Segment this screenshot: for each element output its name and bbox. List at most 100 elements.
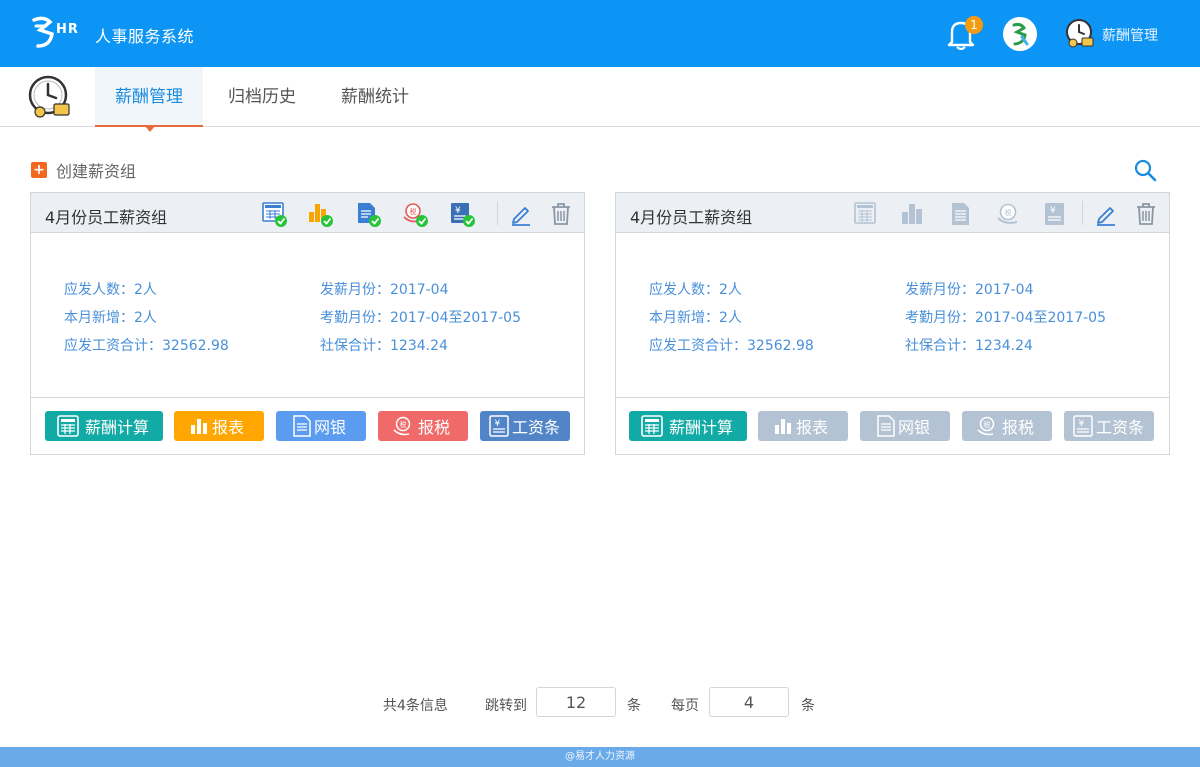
bar-chart-icon bbox=[775, 419, 791, 434]
header-divider bbox=[1082, 201, 1083, 225]
calculator-icon[interactable] bbox=[853, 201, 879, 227]
bank-file-done-icon[interactable] bbox=[355, 201, 381, 227]
tax-done-icon[interactable]: 税 bbox=[402, 201, 428, 227]
card-title: 4月份员工薪资组 bbox=[45, 208, 168, 227]
create-salary-group-button[interactable]: + 创建薪资组 bbox=[31, 160, 137, 181]
svg-text:¥: ¥ bbox=[495, 419, 501, 429]
report-button[interactable]: 报表 bbox=[174, 411, 264, 441]
payslip-icon: ¥ bbox=[1073, 415, 1093, 437]
hr-logo-text: HR bbox=[56, 22, 79, 37]
edit-icon[interactable] bbox=[1093, 201, 1119, 227]
calculator-done-icon[interactable] bbox=[261, 201, 287, 227]
per-page-input[interactable] bbox=[709, 687, 789, 717]
tax-button[interactable]: 税 报税 bbox=[378, 411, 468, 441]
tab-salary-management[interactable]: 薪酬管理 bbox=[95, 67, 203, 127]
report-button[interactable]: 报表 bbox=[758, 411, 848, 441]
jump-to-label: 跳转到 bbox=[485, 698, 527, 714]
svg-text:¥: ¥ bbox=[1050, 206, 1056, 216]
salary-calc-label: 薪酬计算 bbox=[85, 418, 150, 437]
gross-total-info: 应发工资合计：32562.98 bbox=[649, 338, 814, 354]
payslip-button[interactable]: ¥ 工资条 bbox=[480, 411, 570, 441]
report-done-icon[interactable] bbox=[307, 201, 333, 227]
search-icon[interactable] bbox=[1133, 158, 1157, 182]
svg-text:¥: ¥ bbox=[455, 206, 461, 216]
salary-group-card: 4月份员工薪资组 税 ¥ 应发人数：2人 本月新增：2人 应发工资合计：3256… bbox=[615, 192, 1170, 455]
active-tab-caret bbox=[145, 126, 155, 132]
tax-hand-icon: 税 bbox=[977, 416, 995, 436]
tax-label: 报税 bbox=[1002, 418, 1035, 437]
svg-text:税: 税 bbox=[410, 207, 417, 216]
jump-unit-label: 条 bbox=[627, 698, 641, 714]
online-bank-label: 网银 bbox=[898, 418, 931, 437]
report-icon[interactable] bbox=[900, 201, 926, 227]
report-label: 报表 bbox=[212, 418, 245, 437]
card-header: 4月份员工薪资组 税 ¥ bbox=[616, 193, 1169, 233]
pay-month-info: 发薪月份：2017-04 bbox=[320, 282, 449, 298]
notification-badge: 1 bbox=[965, 16, 983, 34]
salary-calc-label: 薪酬计算 bbox=[669, 418, 734, 437]
new-hires-info: 本月新增：2人 bbox=[64, 310, 157, 326]
online-bank-button[interactable]: 网银 bbox=[860, 411, 950, 441]
bank-file-icon[interactable] bbox=[948, 201, 974, 227]
svg-text:税: 税 bbox=[1005, 208, 1012, 217]
tab-salary-statistics[interactable]: 薪酬统计 bbox=[321, 67, 429, 127]
payslip-icon[interactable]: ¥ bbox=[1042, 201, 1068, 227]
pagination: 共4条信息 跳转到 条 每页 条 bbox=[0, 687, 1200, 717]
svg-text:税: 税 bbox=[400, 420, 407, 429]
document-icon bbox=[293, 415, 311, 437]
card-divider bbox=[616, 397, 1169, 398]
salary-calc-button[interactable]: 薪酬计算 bbox=[629, 411, 747, 441]
per-page-unit-label: 条 bbox=[801, 698, 815, 714]
document-icon bbox=[877, 415, 895, 437]
calculator-icon bbox=[57, 415, 79, 437]
payroll-clock-icon bbox=[28, 75, 70, 118]
delete-icon[interactable] bbox=[548, 201, 574, 227]
report-label: 报表 bbox=[796, 418, 829, 437]
headcount-info: 应发人数：2人 bbox=[649, 282, 742, 298]
jump-to-input[interactable] bbox=[536, 687, 616, 717]
salary-group-card: 4月份员工薪资组 税 ¥ 应发人数：2人 本月新增：2人 应发工资合计：3256… bbox=[30, 192, 585, 455]
tax-icon[interactable]: 税 bbox=[995, 201, 1021, 227]
payslip-done-icon[interactable]: ¥ bbox=[449, 201, 475, 227]
top-bar: HR 人事服务系统 1 薪酬管理 bbox=[0, 0, 1200, 67]
bar-chart-icon bbox=[191, 419, 207, 434]
payslip-button[interactable]: ¥ 工资条 bbox=[1064, 411, 1154, 441]
tax-hand-icon: 税 bbox=[393, 416, 411, 436]
card-divider bbox=[31, 397, 584, 398]
attendance-month-info: 考勤月份：2017-04至2017-05 bbox=[905, 310, 1106, 326]
card-header: 4月份员工薪资组 税 ¥ bbox=[31, 193, 584, 233]
tab-archive-history[interactable]: 归档历史 bbox=[208, 67, 316, 127]
gross-total-info: 应发工资合计：32562.98 bbox=[64, 338, 229, 354]
svg-text:税: 税 bbox=[984, 420, 991, 429]
footer: @易才人力资源 bbox=[0, 747, 1200, 767]
app-title: 人事服务系统 bbox=[95, 27, 195, 46]
new-hires-info: 本月新增：2人 bbox=[649, 310, 742, 326]
calculator-icon bbox=[641, 415, 663, 437]
company-logo-icon[interactable] bbox=[1003, 17, 1037, 51]
clock-money-icon[interactable] bbox=[1065, 18, 1095, 48]
total-count-label: 共4条信息 bbox=[383, 698, 448, 714]
create-salary-group-label: 创建薪资组 bbox=[56, 162, 137, 181]
social-security-info: 社保合计：1234.24 bbox=[905, 338, 1033, 354]
social-security-info: 社保合计：1234.24 bbox=[320, 338, 448, 354]
plus-icon: + bbox=[31, 162, 47, 178]
delete-icon[interactable] bbox=[1133, 201, 1159, 227]
current-module-label[interactable]: 薪酬管理 bbox=[1102, 25, 1158, 45]
payslip-label: 工资条 bbox=[512, 418, 561, 437]
online-bank-button[interactable]: 网银 bbox=[276, 411, 366, 441]
per-page-label: 每页 bbox=[671, 698, 699, 714]
card-title: 4月份员工薪资组 bbox=[630, 208, 753, 227]
payslip-icon: ¥ bbox=[489, 415, 509, 437]
edit-icon[interactable] bbox=[508, 201, 534, 227]
attendance-month-info: 考勤月份：2017-04至2017-05 bbox=[320, 310, 521, 326]
headcount-info: 应发人数：2人 bbox=[64, 282, 157, 298]
svg-text:¥: ¥ bbox=[1079, 419, 1085, 429]
pay-month-info: 发薪月份：2017-04 bbox=[905, 282, 1034, 298]
salary-calc-button[interactable]: 薪酬计算 bbox=[45, 411, 163, 441]
tab-bar: 薪酬管理 归档历史 薪酬统计 bbox=[0, 67, 1200, 127]
online-bank-label: 网银 bbox=[314, 418, 347, 437]
tax-label: 报税 bbox=[418, 418, 451, 437]
payslip-label: 工资条 bbox=[1096, 418, 1145, 437]
tax-button[interactable]: 税 报税 bbox=[962, 411, 1052, 441]
header-divider bbox=[497, 201, 498, 225]
